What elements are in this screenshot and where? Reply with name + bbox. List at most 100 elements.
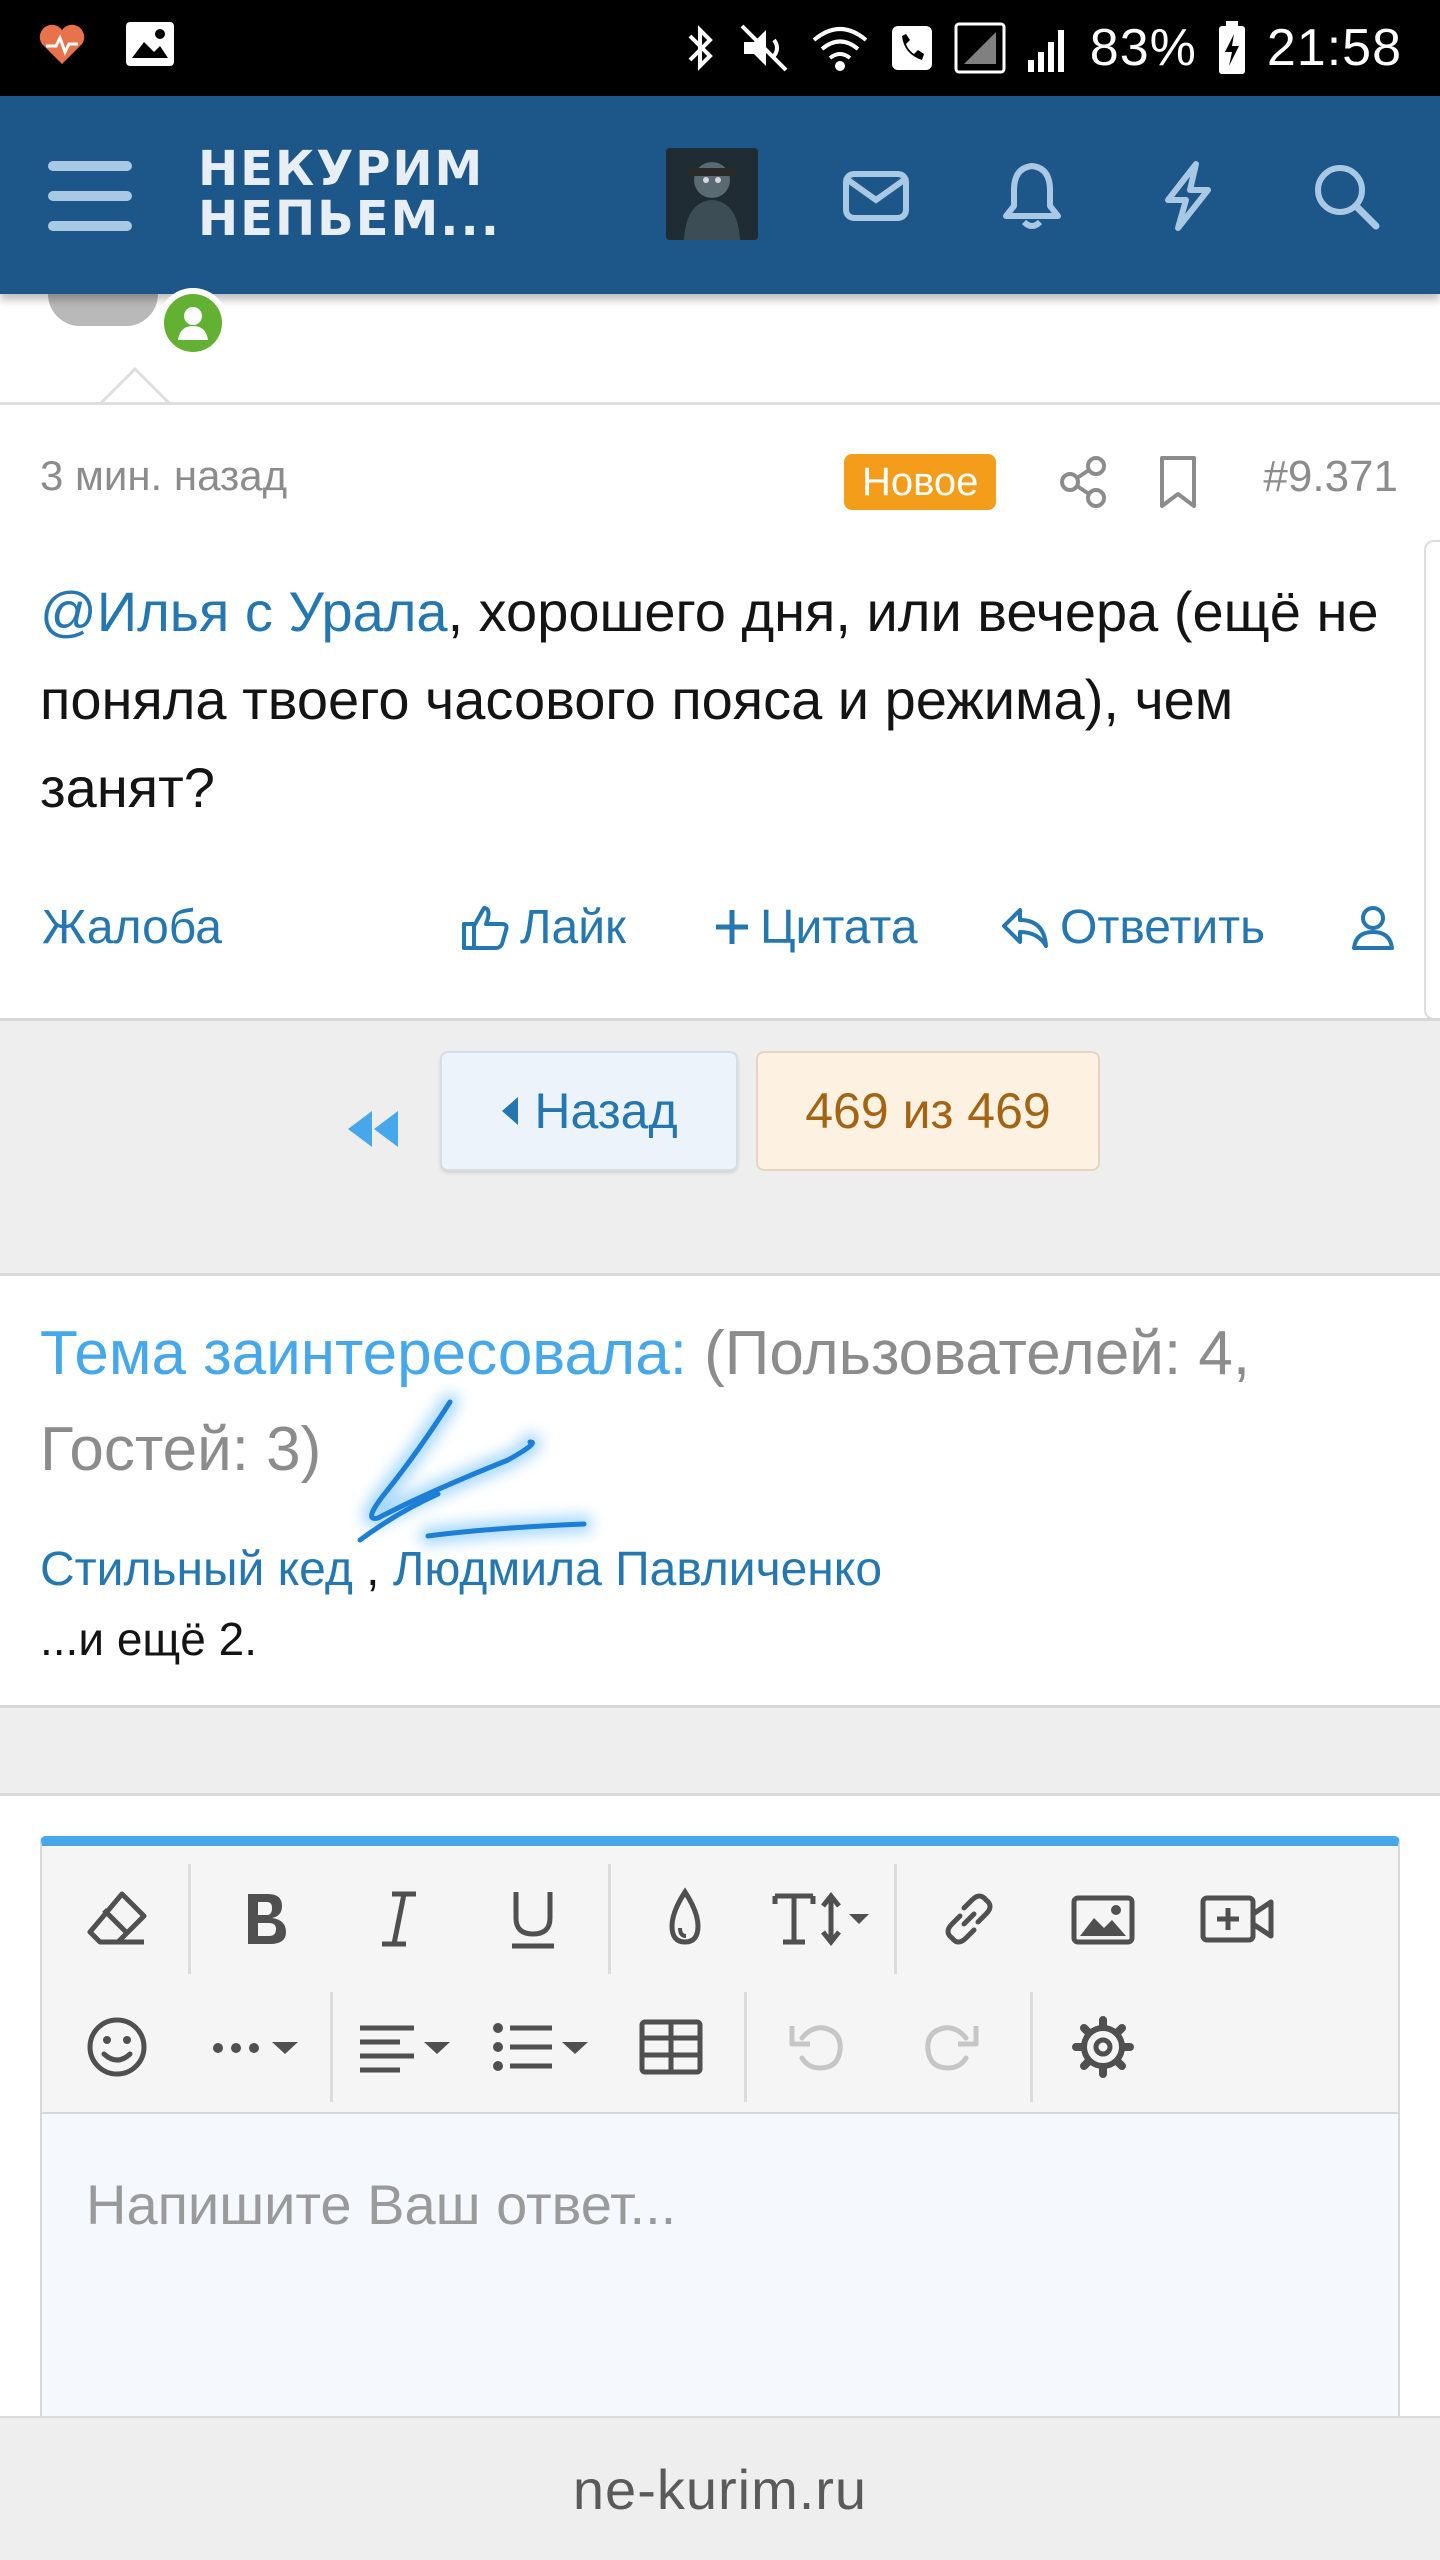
reply-button[interactable]: Ответить — [998, 892, 1265, 962]
toolbar-separator — [608, 1864, 611, 1974]
user-link-1[interactable]: Стильный кед — [40, 1543, 353, 1596]
mention-link[interactable]: @Илья с Урала — [40, 580, 448, 643]
undo-button[interactable] — [762, 1992, 872, 2102]
plus-icon — [716, 910, 748, 944]
reply-editor: Напишите Ваш ответ... — [40, 1836, 1400, 2418]
video-plus-icon — [1200, 1895, 1274, 1943]
post-actions: Жалоба Лайк Цитата Ответить — [0, 892, 1440, 962]
interested-title: Тема заинтересовала: (Пользователей: 4, … — [40, 1306, 1400, 1498]
browser-url-bar[interactable]: ne-kurim.ru — [0, 2416, 1440, 2560]
reply-textarea[interactable]: Напишите Ваш ответ... — [42, 2114, 1398, 2418]
italic-button[interactable] — [344, 1864, 454, 1974]
editor-toolbar — [42, 1846, 1398, 2114]
divider — [0, 402, 1440, 405]
hamburger-icon — [48, 161, 132, 231]
signal-icon — [954, 22, 1006, 74]
insert-image-button[interactable] — [1048, 1864, 1158, 1974]
insert-table-button[interactable] — [616, 1992, 726, 2102]
bold-icon — [248, 1894, 286, 1944]
logo-line2: НЕПЬЕМ... — [198, 191, 501, 247]
list-button[interactable] — [478, 1992, 608, 2102]
text-color-button[interactable] — [630, 1864, 740, 1974]
bolt-icon — [1165, 161, 1211, 231]
call-icon — [891, 26, 932, 70]
report-label: Жалоба — [42, 900, 222, 954]
list-icon — [493, 2023, 588, 2071]
inbox-button[interactable] — [836, 156, 916, 236]
double-left-icon — [348, 1111, 398, 1147]
post-number[interactable]: #9.371 — [1263, 452, 1398, 502]
menu-button[interactable] — [40, 151, 140, 241]
user-avatar[interactable] — [666, 148, 758, 240]
post-time[interactable]: 3 мин. назад — [40, 452, 287, 500]
prev-page-button[interactable]: Назад — [440, 1051, 738, 1171]
settings-button[interactable] — [1048, 1992, 1158, 2102]
first-page-button[interactable] — [342, 1089, 402, 1169]
clear-format-button[interactable] — [62, 1864, 172, 1974]
text-size-icon — [772, 1891, 869, 1947]
bookmark-button[interactable] — [1150, 452, 1206, 512]
current-page-indicator[interactable]: 469 из 469 — [756, 1051, 1100, 1171]
redo-button[interactable] — [896, 1992, 1006, 2102]
bell-icon — [1003, 163, 1061, 229]
align-button[interactable] — [342, 1992, 472, 2102]
table-icon — [639, 2019, 703, 2075]
caret-left-icon — [502, 1097, 519, 1125]
gallery-icon — [126, 22, 174, 66]
toolbar-separator — [330, 1992, 333, 2102]
search-icon — [1315, 165, 1380, 230]
user-icon — [1352, 906, 1394, 950]
more-options-button[interactable] — [196, 1992, 326, 2102]
share-icon — [1060, 456, 1106, 508]
smilies-button[interactable] — [62, 1992, 172, 2102]
bluetooth-icon — [688, 25, 713, 71]
share-button[interactable] — [1054, 452, 1114, 512]
search-button[interactable] — [1306, 156, 1386, 236]
underline-button[interactable] — [478, 1864, 588, 1974]
toolbar-separator — [894, 1864, 897, 1974]
user-online-icon — [178, 307, 208, 340]
image-icon — [1071, 1895, 1135, 1945]
gear-icon — [1072, 2016, 1134, 2078]
mute-icon — [740, 24, 788, 72]
font-size-button[interactable] — [764, 1864, 894, 1974]
reply-icon — [1002, 908, 1048, 948]
reply-label: Ответить — [1060, 900, 1266, 954]
report-button[interactable]: Жалоба — [42, 892, 222, 962]
align-left-icon — [360, 2025, 450, 2073]
like-button[interactable]: Лайк — [458, 892, 626, 962]
insert-link-button[interactable] — [914, 1864, 1024, 1974]
separator-band — [0, 1708, 1440, 1796]
site-logo[interactable]: НЕКУРИМ НЕПЬЕМ... — [198, 144, 501, 244]
avatar-image — [666, 148, 758, 240]
redo-icon — [925, 2025, 979, 2071]
toolbar-separator — [188, 1864, 191, 1974]
post-content: @Илья с Урала, хорошего дня, или вечера … — [40, 568, 1380, 832]
quote-label: Цитата — [760, 900, 918, 954]
bold-button[interactable] — [210, 1864, 320, 1974]
quote-button[interactable]: Цитата — [712, 892, 918, 962]
underline-icon — [512, 1892, 554, 1949]
logo-line1: НЕКУРИМ — [198, 141, 485, 197]
like-label: Лайк — [520, 900, 627, 954]
signal-strength-icon — [1027, 30, 1064, 72]
smiley-icon — [87, 2017, 147, 2077]
whats-new-button[interactable] — [1148, 156, 1228, 236]
link-icon — [945, 1893, 993, 1945]
prev-page-label: Назад — [534, 1083, 678, 1139]
pen-scribble — [357, 1393, 593, 1545]
app-header: НЕКУРИМ НЕПЬЕМ... — [0, 96, 1440, 294]
battery-charging-icon — [1218, 21, 1245, 74]
interested-label: Тема заинтересовала: — [40, 1319, 687, 1388]
toolbar-separator — [1030, 1992, 1033, 2102]
wifi-icon — [812, 27, 868, 71]
status-bar: 83% 21:58 — [0, 0, 1440, 96]
ellipsis-icon — [213, 2042, 298, 2054]
pagination: Назад 469 из 469 — [0, 1018, 1440, 1276]
more-users: ...и ещё 2. — [40, 1613, 257, 1665]
user-menu-button[interactable] — [1350, 892, 1396, 962]
health-app-icon — [39, 24, 85, 64]
reply-placeholder: Напишите Ваш ответ... — [86, 2173, 677, 2236]
insert-media-button[interactable] — [1182, 1864, 1292, 1974]
alerts-button[interactable] — [992, 156, 1072, 236]
